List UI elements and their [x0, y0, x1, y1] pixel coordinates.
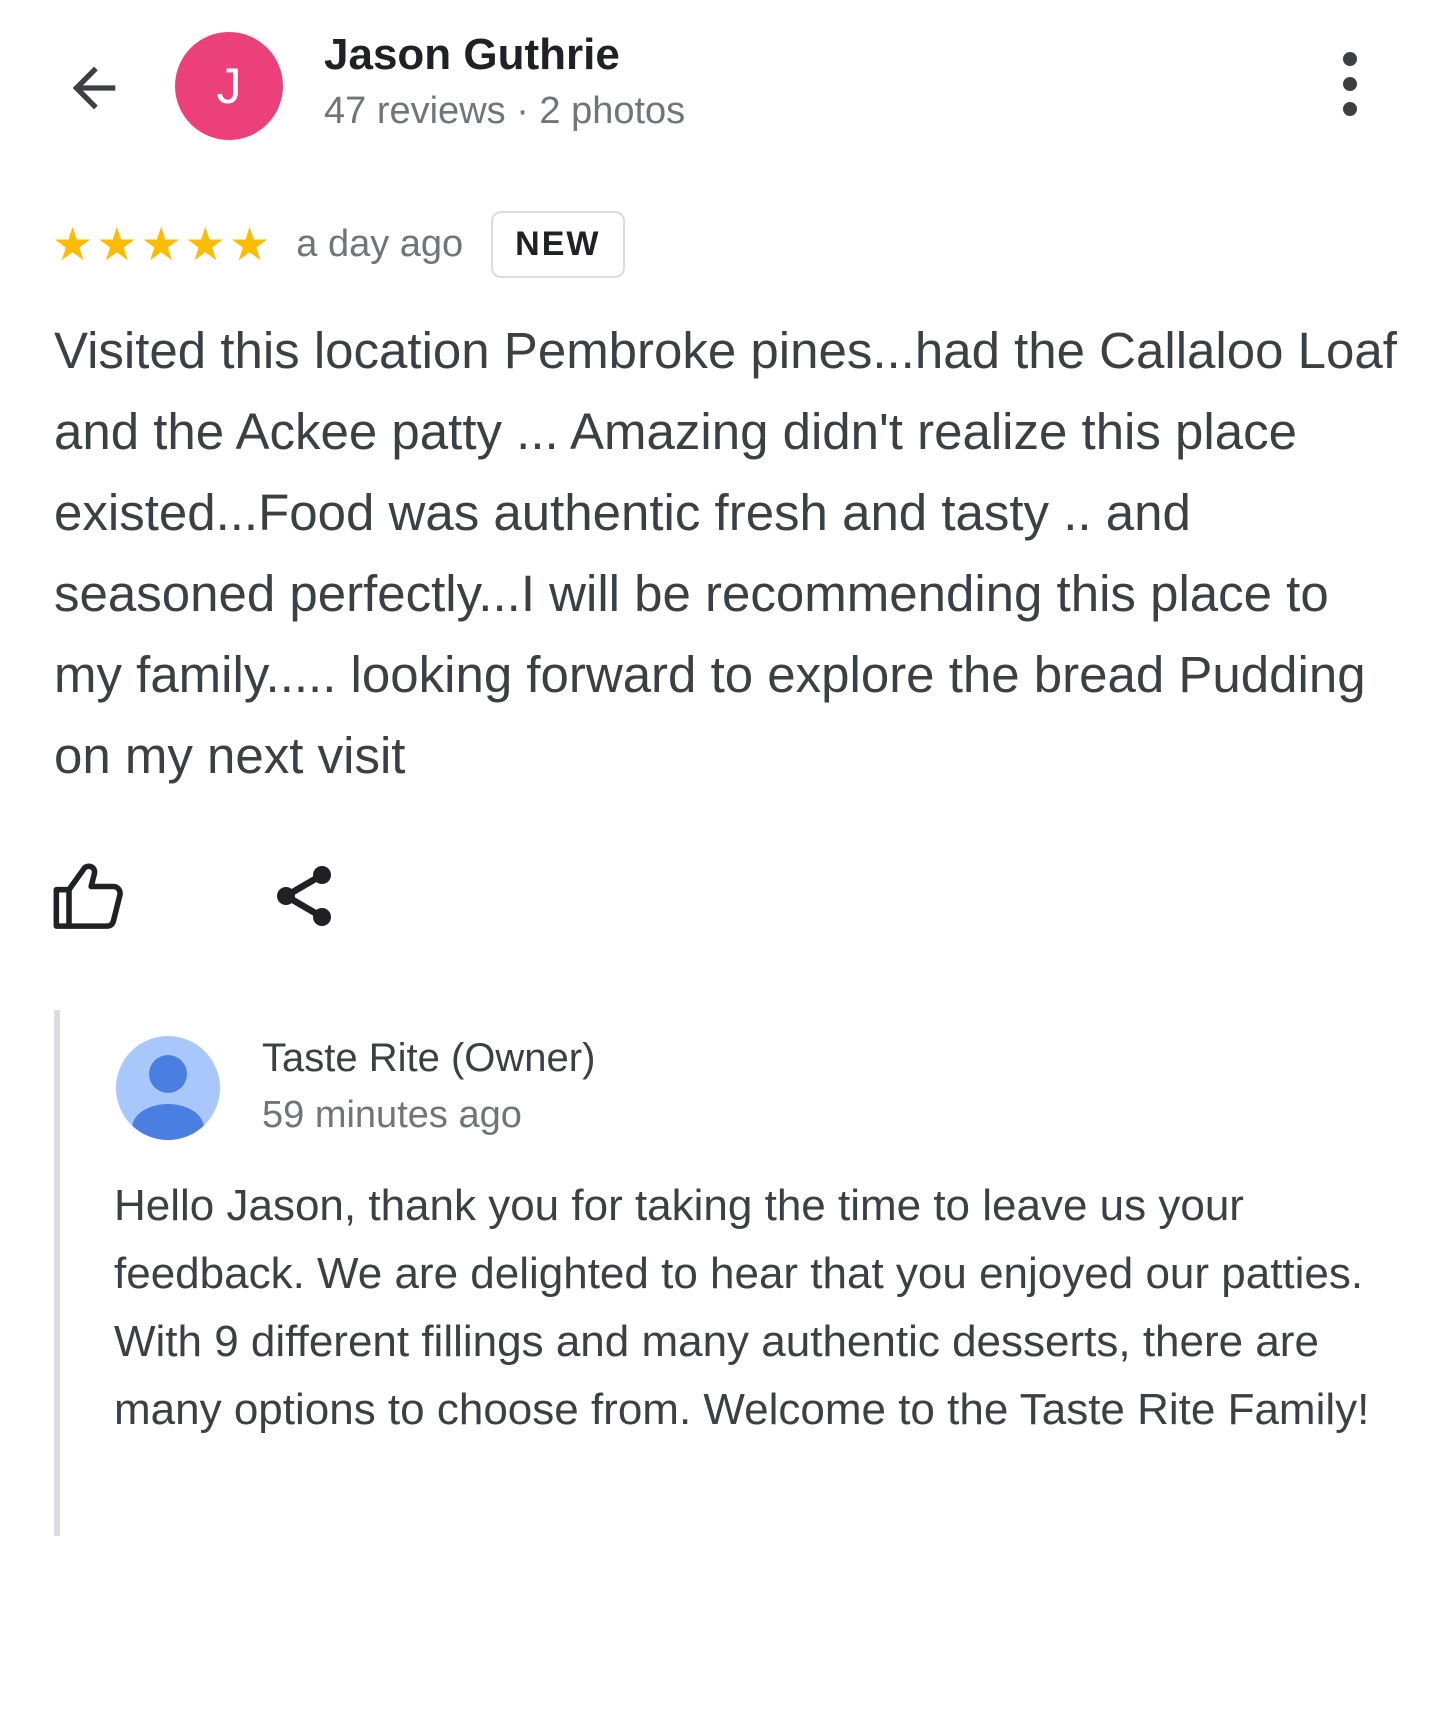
star-icon: ★: [184, 218, 226, 270]
star-icon: ★: [140, 218, 182, 270]
share-icon: [277, 866, 331, 926]
review-date: a day ago: [296, 222, 464, 265]
back-button[interactable]: [58, 52, 130, 124]
like-button[interactable]: [50, 858, 126, 934]
more-vert-icon-dot: [1343, 102, 1357, 116]
owner-reply-time: 59 minutes ago: [262, 1094, 522, 1136]
reply-divider: [54, 1010, 60, 1536]
rating-row: ★ ★ ★ ★ ★ a day ago NEW: [52, 208, 625, 280]
reviewer-avatar[interactable]: J: [175, 32, 283, 140]
arrow-back-icon: [72, 66, 116, 110]
reviewer-initial: J: [216, 58, 242, 114]
more-options-button[interactable]: [1322, 52, 1378, 116]
star-rating: ★ ★ ★ ★ ★: [52, 221, 270, 267]
review-text: Visited this location Pembroke pines...h…: [54, 322, 1397, 784]
reviewer-meta: 47 reviews · 2 photos: [324, 90, 686, 132]
person-icon: [132, 1055, 204, 1140]
owner-name: Taste Rite (Owner): [262, 1036, 596, 1080]
owner-reply-text: Hello Jason, thank you for taking the ti…: [114, 1181, 1370, 1434]
star-icon: ★: [229, 218, 271, 270]
star-icon: ★: [96, 218, 138, 270]
thumb-up-icon: [53, 863, 123, 929]
share-button[interactable]: [268, 860, 340, 932]
reviewer-name[interactable]: Jason Guthrie: [324, 30, 620, 80]
star-icon: ★: [52, 218, 94, 270]
new-badge: NEW: [491, 210, 625, 278]
more-vert-icon-dot: [1343, 77, 1357, 91]
owner-avatar: [116, 1036, 220, 1140]
more-vert-icon: [1343, 52, 1357, 66]
